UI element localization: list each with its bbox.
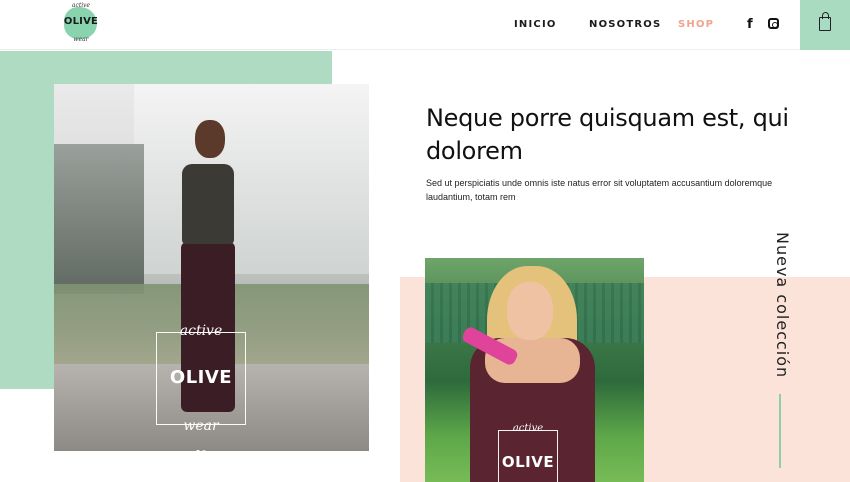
logo-bottom-text: wear (73, 36, 89, 43)
badge-active-text: active (179, 323, 223, 339)
body-text: Sed ut perspiciatis unde omnis iste natu… (426, 178, 773, 202)
nav-inicio[interactable]: INICIO (514, 19, 557, 30)
carousel-dots (196, 441, 208, 459)
headline: Neque porre quisquam est, qui dolorem (426, 104, 789, 165)
building-shade (54, 144, 144, 294)
olive-logo[interactable]: active OLIVE wear (61, 2, 101, 44)
badge-wear-text: wear (183, 418, 219, 434)
badge-olive-text: OLIVE (169, 367, 233, 388)
badge-olive-text: OLIVE (501, 453, 555, 471)
olive-badge-small: active OLIVE (498, 423, 558, 482)
badge-active-text: active (512, 423, 544, 434)
model-head (195, 120, 225, 158)
carousel-dot-2[interactable] (202, 450, 206, 454)
building-background (134, 84, 369, 274)
nueva-coleccion-label[interactable]: Nueva colección (770, 232, 792, 392)
collection-photo[interactable]: active OLIVE (425, 258, 644, 482)
carousel-dot-1[interactable] (196, 450, 200, 454)
nav-shop[interactable]: SHOP (678, 19, 714, 30)
model-face (507, 282, 553, 340)
facebook-icon[interactable]: f (747, 17, 753, 32)
cart-button[interactable] (800, 0, 850, 50)
hero-photo: active OLIVE wear (54, 84, 369, 451)
shopping-bag-icon (819, 12, 831, 31)
site-header: active OLIVE wear INICIO NOSOTROS SHOP f (0, 0, 850, 50)
logo-top-text: active (71, 2, 91, 9)
olive-badge: active OLIVE wear (156, 323, 246, 434)
nav-nosotros[interactable]: NOSOTROS (589, 19, 661, 30)
model-body (182, 164, 234, 244)
vertical-divider (779, 394, 781, 468)
instagram-icon[interactable] (768, 18, 779, 29)
logo-text: OLIVE (63, 16, 99, 27)
